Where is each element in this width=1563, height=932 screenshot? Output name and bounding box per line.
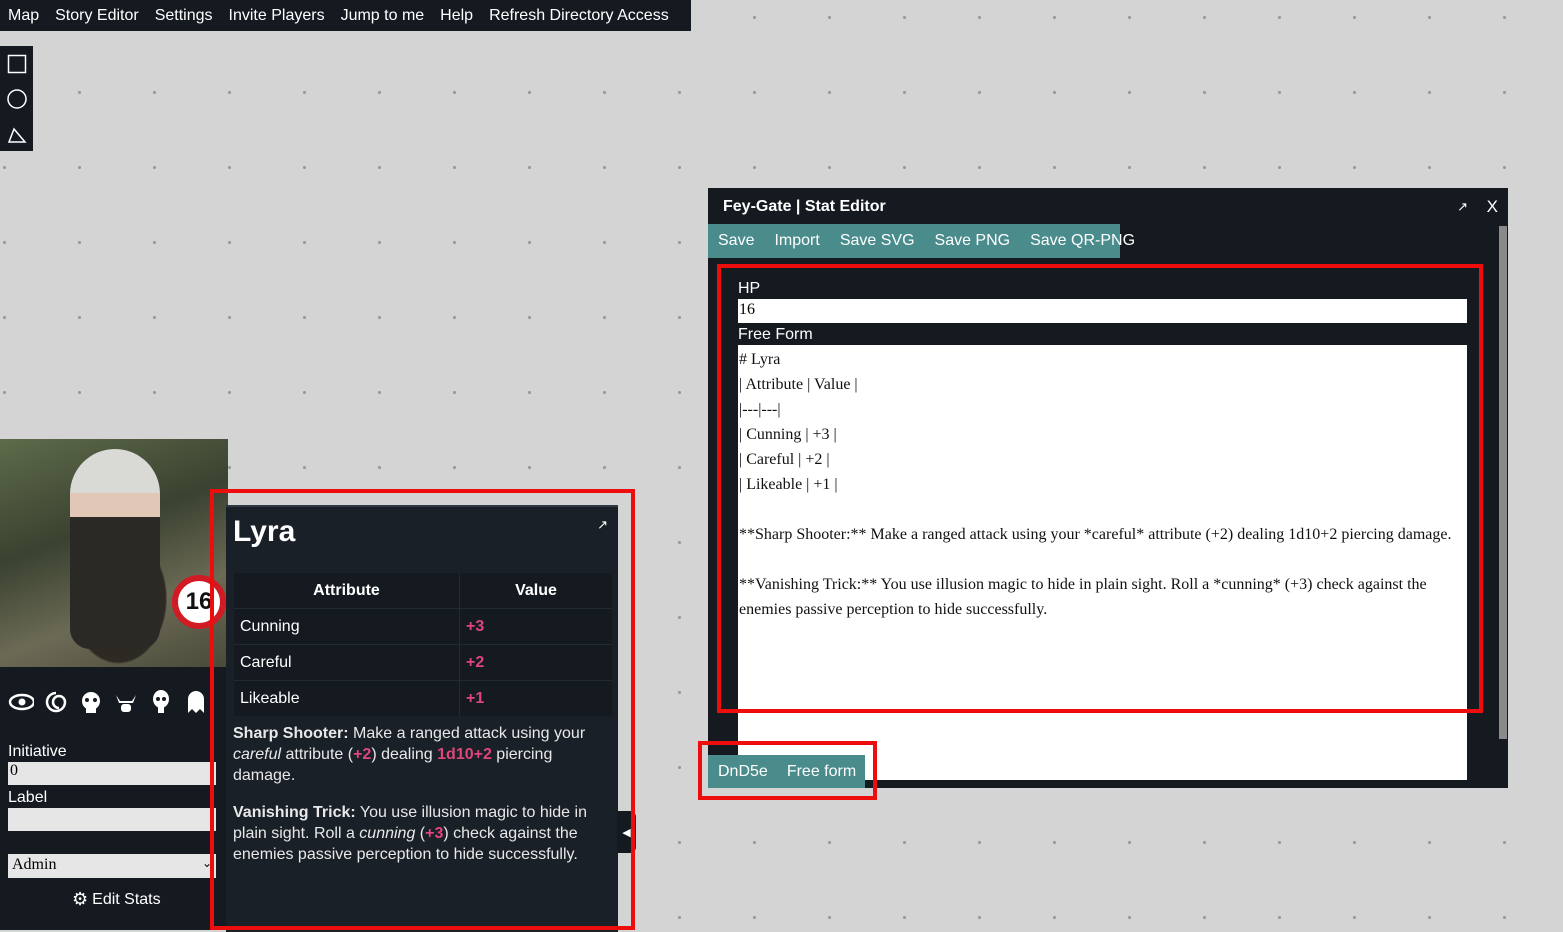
circle-tool-icon[interactable] [0,81,33,116]
owner-select-value: Admin [12,856,57,873]
ability-bonus: +2 [353,746,372,763]
scrollbar-thumb[interactable] [1499,226,1507,739]
hp-badge: 16 [172,575,226,629]
ability-emphasis: careful [233,746,282,763]
ability-text: Make a ranged attack using your [348,725,586,742]
monster-icon[interactable] [78,689,104,715]
table-row: Cunning +3 [234,608,612,645]
token-card: 16 Initiative 0 Label Admin ⌄ ⚙ Edit Sta… [0,439,228,930]
ability-bonus: +3 [425,825,444,842]
ability-emphasis: cunning [359,825,416,842]
editor-title: Fey-Gate | Stat Editor [723,198,886,215]
table-header-value: Value [459,573,612,609]
swirl-icon[interactable] [43,689,69,715]
save-qr-png-button[interactable]: Save QR-PNG [1020,232,1145,250]
freeform-line: **Sharp Shooter:** Make a ranged attack … [739,526,1452,543]
attribute-value: +3 [459,608,612,645]
menu-jump-to-me[interactable]: Jump to me [333,7,433,25]
attribute-name: Cunning [234,608,460,645]
character-portrait[interactable]: 16 [0,439,228,667]
freeform-line: | Careful | +2 | [739,451,830,468]
label-input[interactable] [8,808,216,831]
freeform-line: | Cunning | +3 | [739,426,837,443]
ability-name: Sharp Shooter: [233,725,349,742]
freeform-line [739,547,1466,572]
mode-tabs: DnD5e Free form [708,755,865,788]
save-svg-button[interactable]: Save SVG [830,232,925,250]
square-tool-icon[interactable] [0,46,33,81]
label-label: Label [8,789,48,806]
chevron-down-icon: ⌄ [201,856,212,870]
freeform-line: | Attribute | Value | [739,376,858,393]
skull-icon[interactable] [148,689,174,715]
token-status-icons [8,689,209,715]
save-png-button[interactable]: Save PNG [925,232,1021,250]
top-menu-bar: Map Story Editor Settings Invite Players… [0,0,691,31]
menu-invite-players[interactable]: Invite Players [221,7,333,25]
freeform-line: # Lyra [739,351,781,368]
editor-titlebar[interactable]: Fey-Gate | Stat Editor ↗ X [708,188,1508,224]
ability-vanishing-trick: Vanishing Trick: You use illusion magic … [233,802,603,865]
initiative-input[interactable]: 0 [8,762,216,785]
close-button[interactable]: X [1487,197,1498,217]
attribute-name: Careful [234,644,460,681]
tab-dnd5e[interactable]: DnD5e [708,763,777,781]
table-header-attribute: Attribute [234,573,460,609]
menu-help[interactable]: Help [432,7,481,25]
editor-toolbar: Save Import Save SVG Save PNG Save QR-PN… [708,224,1135,258]
collapse-tab[interactable]: ◀ [617,811,636,853]
table-row: Careful +2 [234,644,612,681]
ability-text: attribute ( [281,746,354,763]
owner-select[interactable]: Admin ⌄ [8,854,216,878]
caret-left-icon: ◀ [622,826,631,839]
expand-icon[interactable]: ↗ [597,517,608,533]
edit-stats-label: Edit Stats [92,890,161,908]
drawing-toolbar [0,46,33,151]
attribute-value: +1 [459,680,612,716]
character-figure [70,449,160,649]
menu-settings[interactable]: Settings [147,7,221,25]
attribute-name: Likeable [234,680,460,716]
viking-icon[interactable] [113,689,139,715]
save-button[interactable]: Save [708,232,764,250]
ability-name: Vanishing Trick: [233,804,356,821]
freeform-line: **Vanishing Trick:** You use illusion ma… [739,576,1431,618]
ghost-icon[interactable] [183,689,209,715]
table-row: Likeable +1 [234,680,612,716]
freeform-label: Free Form [738,326,813,343]
menu-map[interactable]: Map [0,7,47,25]
character-stats-popup: Lyra ↗ Attribute Value Cunning +3 Carefu… [226,505,618,932]
edit-stats-button[interactable]: ⚙ Edit Stats [72,889,161,910]
gear-icon: ⚙ [72,889,89,909]
ability-damage: 1d10+2 [437,746,492,763]
editor-scrollbar[interactable] [1498,224,1508,788]
table-header-row: Attribute Value [234,573,612,609]
ability-sharp-shooter: Sharp Shooter: Make a ranged attack usin… [233,723,603,786]
ability-text: ) dealing [371,746,438,763]
attribute-value: +2 [459,644,612,681]
freeform-line: |---|---| [739,401,781,418]
freeform-line: | Likeable | +1 | [739,476,838,493]
pen-tool-icon[interactable] [0,116,33,151]
menu-refresh-directory-access[interactable]: Refresh Directory Access [481,7,677,25]
initiative-label: Initiative [8,743,67,760]
popout-icon[interactable]: ↗ [1457,199,1468,215]
freeform-textarea[interactable]: # Lyra | Attribute | Value | |---|---| | Cu… [738,345,1467,780]
menu-story-editor[interactable]: Story Editor [47,7,147,25]
eye-icon[interactable] [8,689,34,715]
freeform-line [739,497,1466,522]
hp-label: HP [738,280,761,297]
ability-text: ( [415,825,426,842]
stat-editor-window: Fey-Gate | Stat Editor ↗ X Save Import S… [708,188,1508,788]
hp-input[interactable]: 16 [738,299,1467,323]
character-name: Lyra [233,515,296,548]
tab-free-form[interactable]: Free form [777,763,865,781]
attribute-table: Attribute Value Cunning +3 Careful +2 Li… [234,573,612,716]
import-button[interactable]: Import [764,232,829,250]
